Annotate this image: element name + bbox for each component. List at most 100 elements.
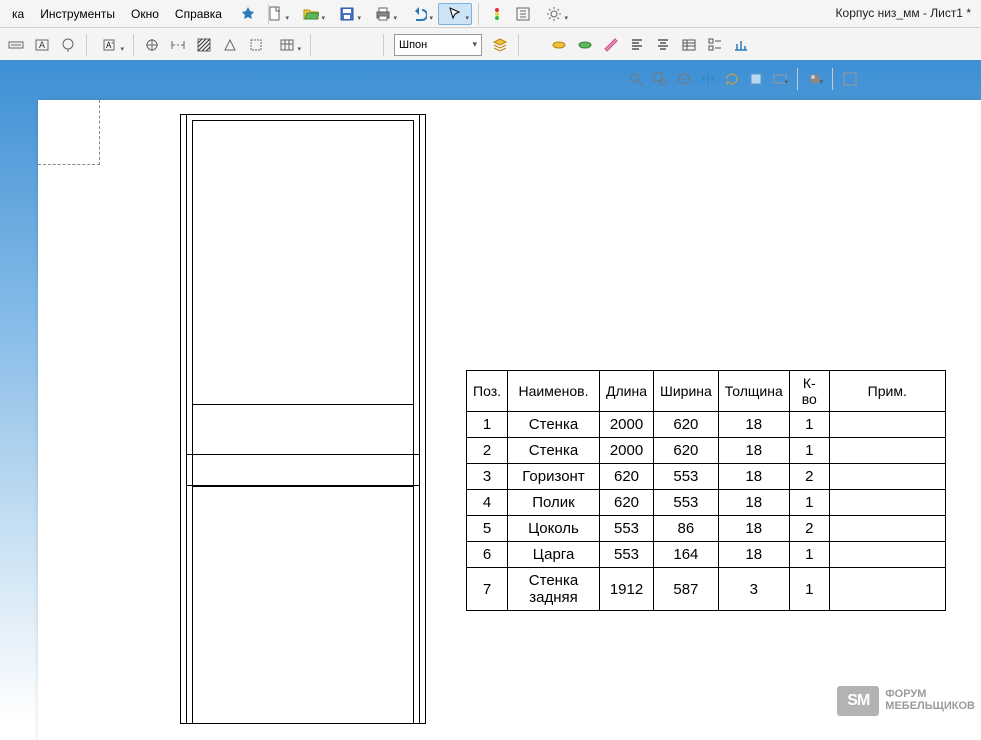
table-cell-len: 553 <box>600 516 654 542</box>
table-row[interactable]: 7Стенка задняя191258731 <box>467 568 946 611</box>
table-cell-len: 2000 <box>600 412 654 438</box>
table-cell-name: Цоколь <box>508 516 600 542</box>
document-title: Корпус низ_мм - Лист1 * <box>836 6 971 20</box>
hide-show-icon[interactable] <box>769 69 791 89</box>
table-cell-thk: 3 <box>718 568 789 611</box>
menu-edit-partial[interactable]: ка <box>4 3 32 25</box>
table-cell-name: Горизонт <box>508 464 600 490</box>
col-note: Прим. <box>829 371 945 412</box>
menu-window[interactable]: Окно <box>123 3 167 25</box>
select-button[interactable] <box>438 3 472 25</box>
table-cell-len: 2000 <box>600 438 654 464</box>
table-row[interactable]: 6Царга553164181 <box>467 542 946 568</box>
text-box-icon[interactable]: A <box>30 34 54 56</box>
annotation-icon[interactable]: A' <box>93 34 127 56</box>
save-button[interactable] <box>330 3 364 25</box>
appearance-icon[interactable] <box>804 69 826 89</box>
undo-button[interactable] <box>402 3 436 25</box>
hatch-icon[interactable] <box>192 34 216 56</box>
table-cell-thk: 18 <box>718 542 789 568</box>
table-cell-note <box>829 438 945 464</box>
table-cell-pos: 7 <box>467 568 508 611</box>
separator <box>383 34 384 56</box>
scene-icon[interactable] <box>839 69 861 89</box>
edge-tool-3-icon[interactable] <box>599 34 623 56</box>
pan-icon[interactable] <box>697 69 719 89</box>
align-left-icon[interactable] <box>625 34 649 56</box>
table-cell-len: 620 <box>600 464 654 490</box>
rotate-icon[interactable] <box>721 69 743 89</box>
table-row[interactable]: 3Горизонт620553182 <box>467 464 946 490</box>
table-cell-wid: 620 <box>654 412 719 438</box>
main-toolbar <box>258 2 571 26</box>
table-row[interactable]: 4Полик620553181 <box>467 490 946 516</box>
menu-help[interactable]: Справка <box>167 3 230 25</box>
table-cell-pos: 1 <box>467 412 508 438</box>
print-button[interactable] <box>366 3 400 25</box>
table-cell-qty: 1 <box>789 412 829 438</box>
options-button[interactable] <box>537 3 571 25</box>
col-length: Длина <box>600 371 654 412</box>
rebuild-button[interactable] <box>511 3 535 25</box>
table-cell-thk: 18 <box>718 412 789 438</box>
table-cell-qty: 1 <box>789 568 829 611</box>
col-position: Поз. <box>467 371 508 412</box>
balloon-icon[interactable] <box>56 34 80 56</box>
table-icon[interactable] <box>270 34 304 56</box>
zoom-area-icon[interactable] <box>649 69 671 89</box>
table-cell-note <box>829 516 945 542</box>
separator <box>310 34 311 56</box>
material-dropdown[interactable]: Шпон <box>394 34 482 56</box>
col-quantity: К-во <box>789 371 829 412</box>
view-toolbar <box>625 68 861 90</box>
dimension-icon[interactable] <box>4 34 28 56</box>
new-document-button[interactable] <box>258 3 292 25</box>
table-row[interactable]: 2Стенка2000620181 <box>467 438 946 464</box>
table-cell-wid: 620 <box>654 438 719 464</box>
region-icon[interactable] <box>244 34 268 56</box>
zoom-prev-icon[interactable] <box>673 69 695 89</box>
drawing-sheet: Поз. Наименов. Длина Ширина Толщина К-во… <box>38 100 981 740</box>
centerline-icon[interactable] <box>166 34 190 56</box>
zoom-fit-icon[interactable] <box>625 69 647 89</box>
table-tool-icon[interactable] <box>677 34 701 56</box>
col-thickness: Толщина <box>718 371 789 412</box>
separator <box>133 34 134 56</box>
area-icon[interactable] <box>218 34 242 56</box>
watermark-text: ФОРУМ МЕБЕЛЬЩИКОВ <box>885 689 975 712</box>
table-cell-name: Царга <box>508 542 600 568</box>
table-cell-pos: 3 <box>467 464 508 490</box>
table-row[interactable]: 5Цоколь55386182 <box>467 516 946 542</box>
table-cell-thk: 18 <box>718 516 789 542</box>
edge-tool-1-icon[interactable] <box>547 34 571 56</box>
table-cell-pos: 5 <box>467 516 508 542</box>
table-cell-note <box>829 412 945 438</box>
table-cell-name: Стенка задняя <box>508 568 600 611</box>
separator <box>518 34 519 56</box>
list-tool-icon[interactable] <box>703 34 727 56</box>
menu-tools[interactable]: Инструменты <box>32 3 123 25</box>
drawing-canvas[interactable]: Поз. Наименов. Длина Ширина Толщина К-во… <box>0 60 981 720</box>
col-width: Ширина <box>654 371 719 412</box>
watermark: SM ФОРУМ МЕБЕЛЬЩИКОВ <box>837 686 975 716</box>
separator <box>478 3 479 25</box>
edge-tool-2-icon[interactable] <box>573 34 597 56</box>
table-cell-len: 620 <box>600 490 654 516</box>
table-row[interactable]: 1Стенка2000620181 <box>467 412 946 438</box>
table-cell-qty: 2 <box>789 516 829 542</box>
layers-icon[interactable] <box>488 34 512 56</box>
svg-text:A: A <box>39 40 45 50</box>
align-center-icon[interactable] <box>651 34 675 56</box>
table-cell-qty: 1 <box>789 542 829 568</box>
table-cell-thk: 18 <box>718 464 789 490</box>
display-style-icon[interactable] <box>745 69 767 89</box>
center-mark-icon[interactable] <box>140 34 164 56</box>
traffic-light-icon[interactable] <box>485 3 509 25</box>
table-cell-name: Стенка <box>508 438 600 464</box>
table-cell-thk: 18 <box>718 490 789 516</box>
open-document-button[interactable] <box>294 3 328 25</box>
specification-table: Поз. Наименов. Длина Ширина Толщина К-во… <box>466 370 946 611</box>
measure-icon[interactable] <box>729 34 753 56</box>
table-cell-note <box>829 542 945 568</box>
watermark-logo: SM <box>837 686 879 716</box>
